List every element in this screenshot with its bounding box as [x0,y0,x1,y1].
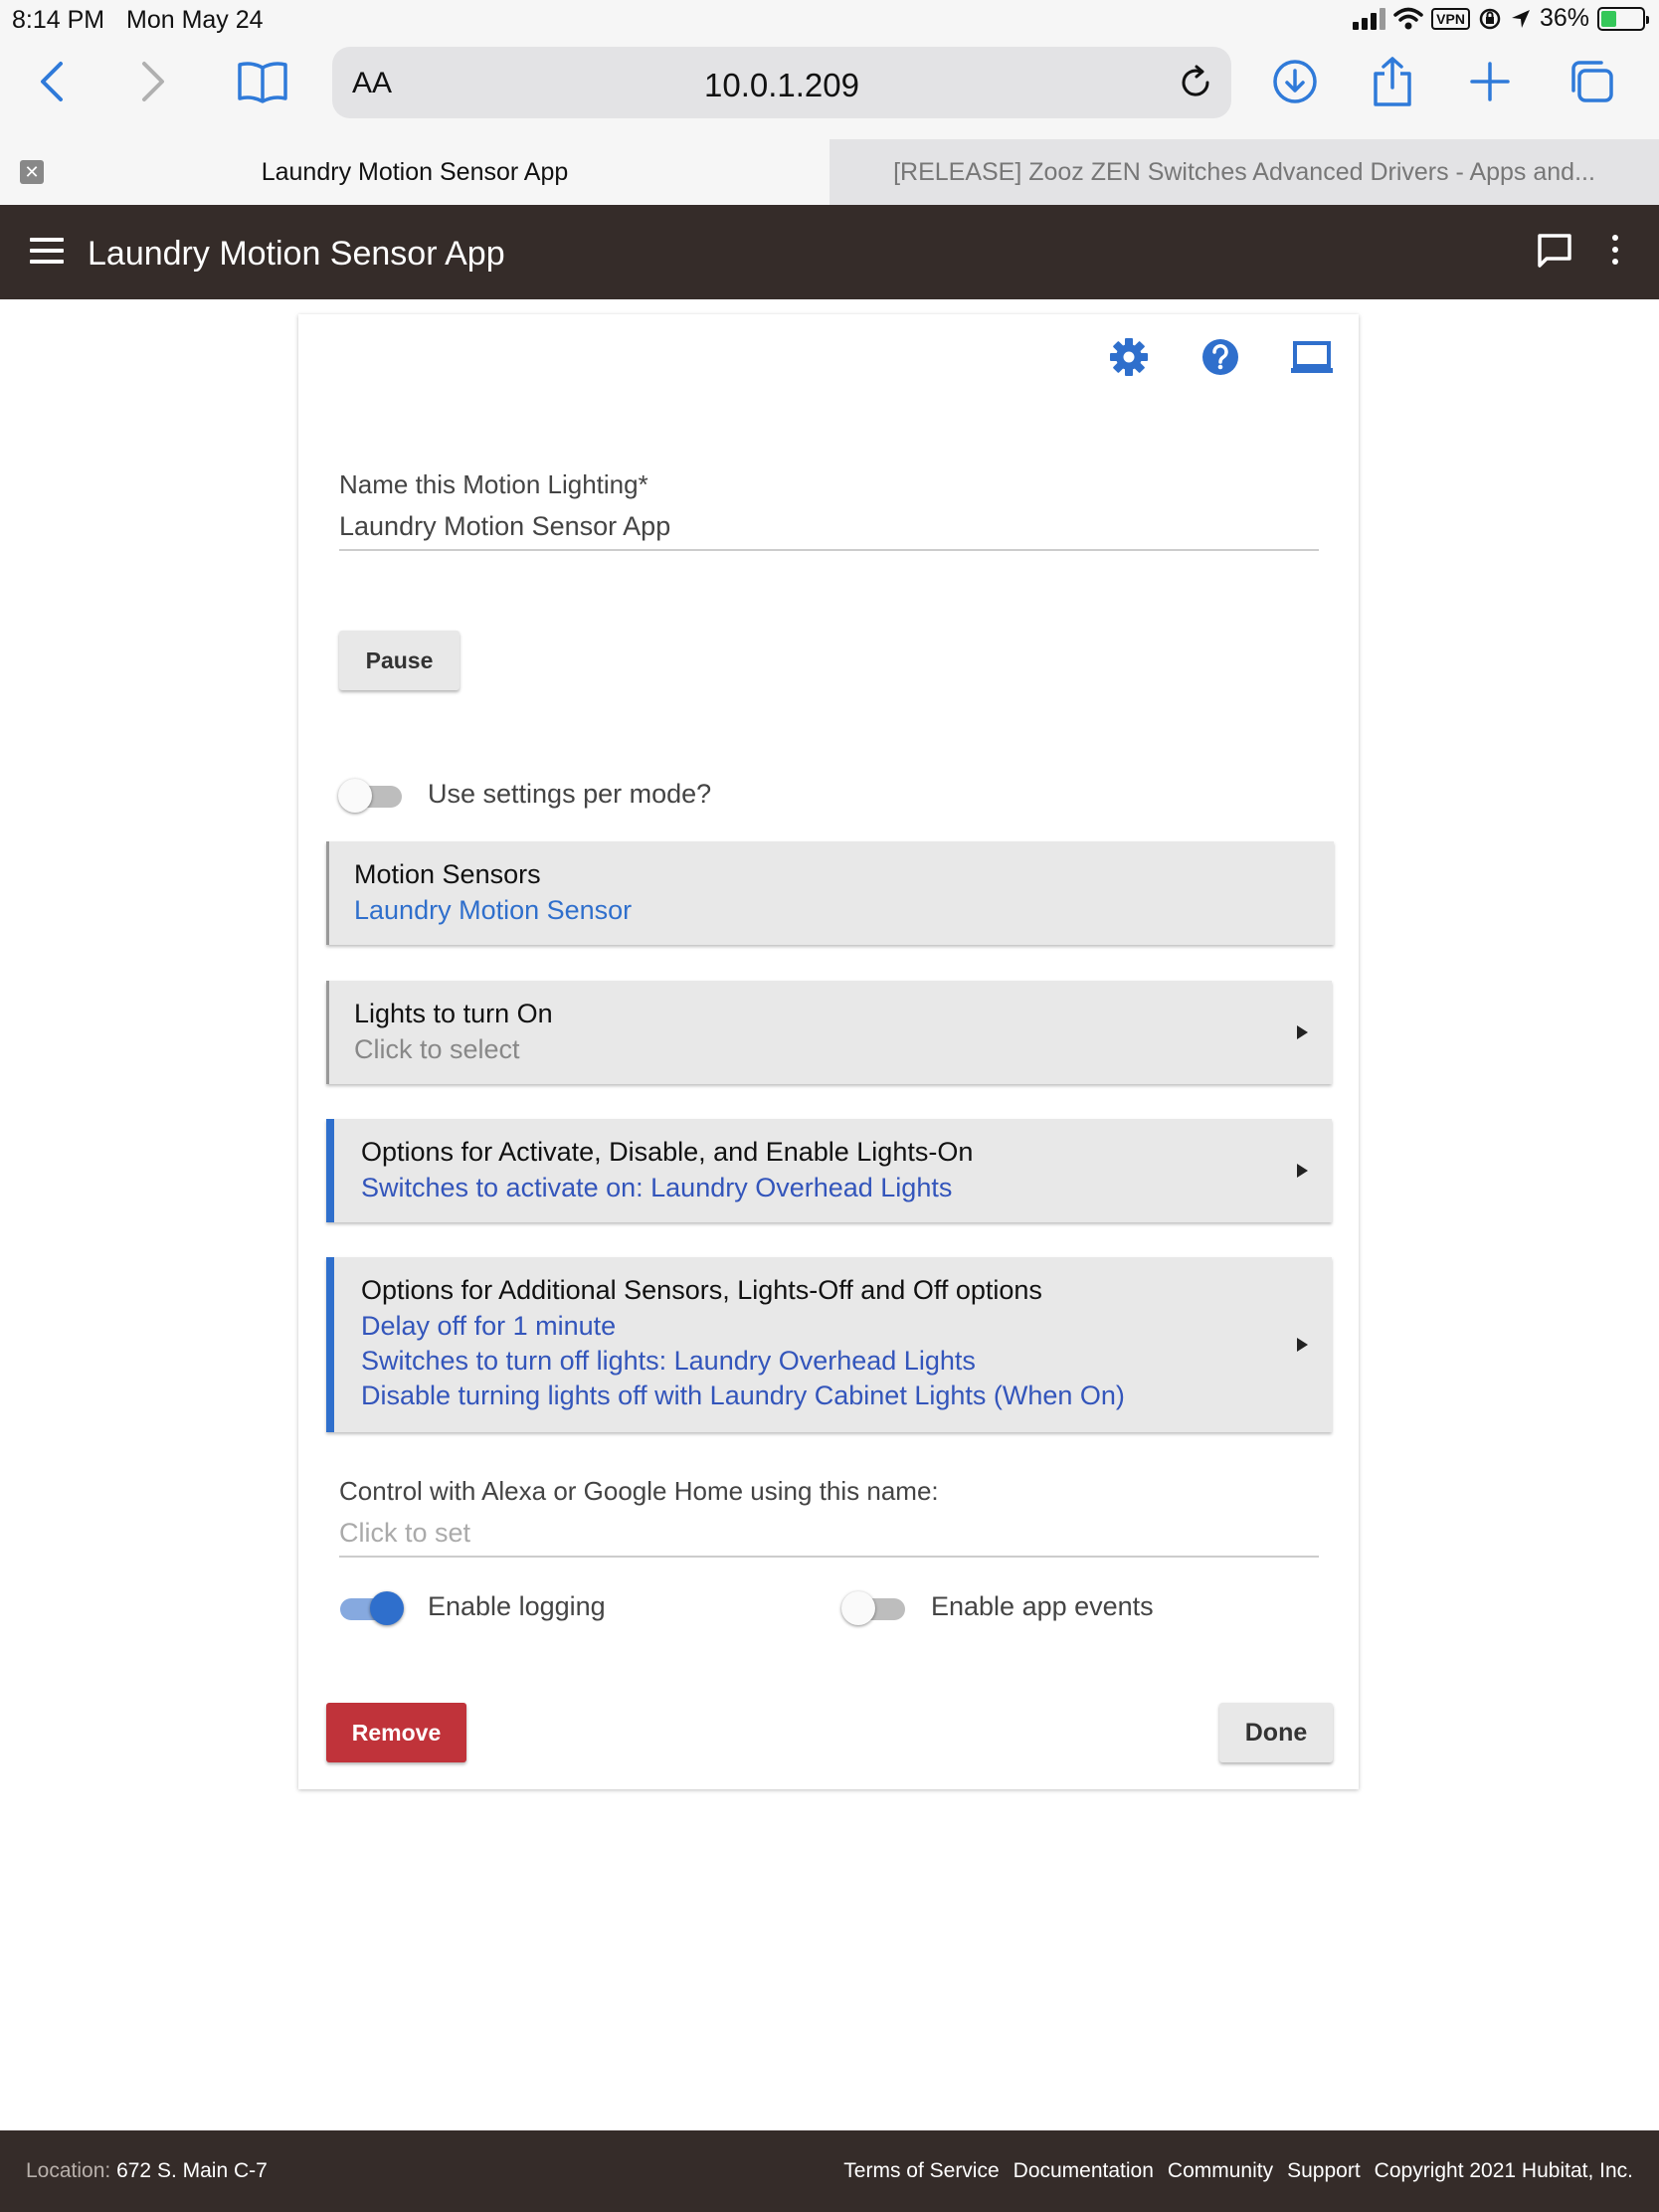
expand-arrow-icon [1297,1025,1308,1039]
chevron-left-icon [41,62,63,101]
forward-button[interactable] [123,52,183,111]
page-title: Laundry Motion Sensor App [88,235,505,273]
community-link[interactable]: Community [1168,2159,1273,2183]
orientation-lock-icon [1479,8,1501,29]
footer-links: Terms of Service Documentation Community… [843,2159,1633,2183]
section-detail: Laundry Motion Sensor [354,895,633,925]
tab-label: Laundry Motion Sensor App [261,157,569,186]
more-vertical-icon[interactable] [1609,235,1621,269]
url-text[interactable]: 10.0.1.209 [332,67,1231,104]
close-tab-icon[interactable]: ✕ [20,160,44,184]
app-header: Laundry Motion Sensor App [0,205,1659,299]
documentation-link[interactable]: Documentation [1014,2159,1154,2183]
name-field-label: Name this Motion Lighting* [339,469,648,499]
card-toolbar [1106,334,1335,380]
reload-button[interactable] [1174,61,1217,104]
browser-tabs: ✕ Laundry Motion Sensor App [RELEASE] Zo… [0,139,1659,205]
downloads-button[interactable] [1265,52,1325,111]
enable-app-events-toggle[interactable] [841,1591,905,1625]
share-button[interactable] [1363,52,1422,111]
status-indicators: VPN 36% [1353,4,1649,33]
status-time: 8:14 PM [12,6,105,34]
tab-laundry-motion-sensor[interactable]: ✕ Laundry Motion Sensor App [0,139,830,205]
footer: Location: 672 S. Main C-7 Terms of Servi… [0,2130,1659,2212]
section-motion-sensors[interactable]: Motion Sensors Laundry Motion Sensor [326,841,1334,945]
pause-button[interactable]: Pause [339,631,460,690]
section-title: Options for Additional Sensors, Lights-O… [361,1275,1042,1305]
section-title: Options for Activate, Disable, and Enabl… [361,1137,974,1167]
tab-zooz-release[interactable]: [RELEASE] Zooz ZEN Switches Advanced Dri… [830,139,1659,205]
book-icon [238,62,287,103]
wifi-icon [1393,7,1423,29]
location-arrow-icon [1511,9,1530,28]
laptop-icon [1291,341,1333,373]
new-tab-button[interactable] [1460,52,1520,111]
cellular-signal-icon [1353,7,1386,30]
reload-icon [1182,65,1209,96]
alexa-name-underline [339,1556,1319,1558]
name-input[interactable]: Laundry Motion Sensor App [339,511,670,542]
done-button[interactable]: Done [1219,1703,1333,1762]
plus-icon [1470,62,1510,101]
vpn-badge: VPN [1431,7,1470,30]
app-settings-card: Name this Motion Lighting* Laundry Motio… [298,314,1359,1789]
status-bar: 8:14 PM Mon May 24 VPN 36% [0,0,1659,40]
chat-icon[interactable] [1535,231,1574,271]
section-detail: Switches to activate on: Laundry Overhea… [361,1173,953,1202]
alexa-name-input[interactable]: Click to set [339,1518,470,1549]
section-detail: Delay off for 1 minute [361,1311,617,1341]
download-icon [1273,60,1317,103]
battery-percent: 36% [1539,4,1589,32]
section-detail: Disable turning lights off with Laundry … [361,1381,1125,1410]
section-title: Motion Sensors [354,859,541,889]
expand-arrow-icon [1297,1338,1308,1352]
help-icon [1202,339,1238,375]
enable-logging-label: Enable logging [428,1591,606,1621]
alexa-name-label: Control with Alexa or Google Home using … [339,1476,939,1506]
battery-icon [1597,6,1649,31]
address-bar[interactable]: AA 10.0.1.209 [332,47,1231,118]
tabs-icon [1571,61,1613,102]
help-button[interactable] [1198,334,1243,380]
enable-app-events-label: Enable app events [931,1591,1154,1621]
terms-link[interactable]: Terms of Service [843,2159,999,2183]
tab-label: [RELEASE] Zooz ZEN Switches Advanced Dri… [893,157,1595,186]
share-icon [1374,57,1411,106]
section-activate-options[interactable]: Options for Activate, Disable, and Enabl… [326,1119,1332,1222]
hamburger-menu-icon[interactable] [30,238,64,266]
copyright-text: Copyright 2021 Hubitat, Inc. [1374,2159,1633,2182]
support-link[interactable]: Support [1287,2159,1361,2183]
location-value: 672 S. Main C-7 [116,2159,268,2182]
chevron-right-icon [142,62,164,101]
status-date: Mon May 24 [126,6,264,34]
name-input-underline [339,549,1319,551]
section-lights-off-options[interactable]: Options for Additional Sensors, Lights-O… [326,1257,1332,1432]
location-info: Location: 672 S. Main C-7 [26,2159,268,2183]
settings-button[interactable] [1106,334,1152,380]
back-button[interactable] [22,52,82,111]
bookmarks-button[interactable] [233,52,292,111]
location-key: Location: [26,2159,111,2182]
section-lights-to-turn-on[interactable]: Lights to turn On Click to select [326,981,1332,1084]
gear-icon [1110,338,1148,376]
remove-button[interactable]: Remove [326,1703,466,1762]
enable-logging-toggle[interactable] [340,1591,404,1625]
expand-arrow-icon [1297,1164,1308,1178]
dashboard-view-button[interactable] [1289,334,1335,380]
tabs-overview-button[interactable] [1562,52,1621,111]
section-detail: Switches to turn off lights: Laundry Ove… [361,1346,976,1376]
section-detail: Click to select [354,1034,520,1064]
settings-per-mode-toggle[interactable] [338,779,402,813]
section-title: Lights to turn On [354,999,553,1028]
settings-per-mode-label: Use settings per mode? [428,779,712,809]
